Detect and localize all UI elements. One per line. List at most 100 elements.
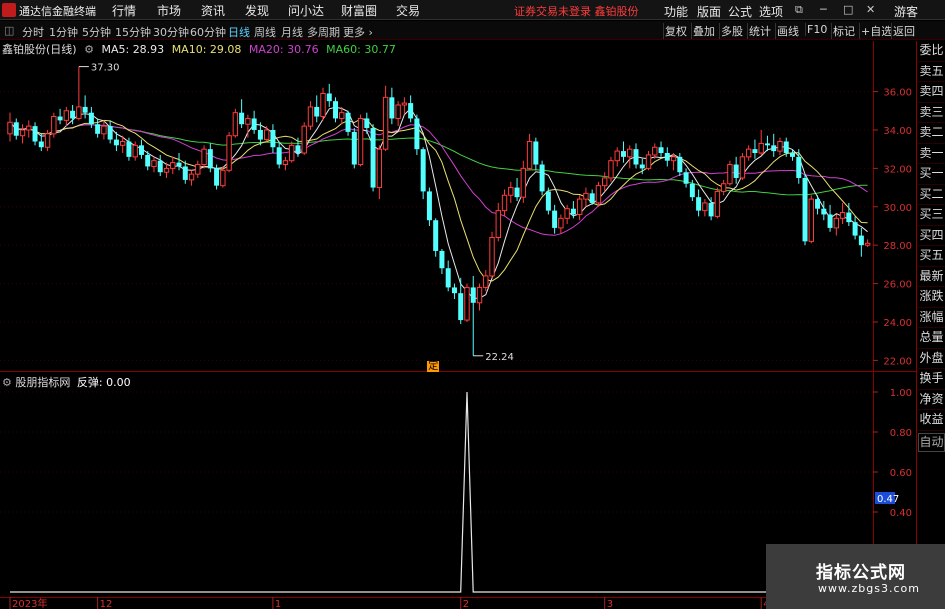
candle-body — [76, 106, 82, 119]
side-turnover[interactable]: 换手 — [918, 369, 945, 390]
indicator-settings-icon[interactable]: ⚙ — [2, 376, 12, 389]
candle-body — [408, 103, 414, 119]
candle-body — [677, 156, 683, 173]
candle-body — [458, 293, 464, 321]
candle-body — [226, 135, 232, 171]
high-label: 37.30 — [91, 63, 120, 74]
candle-body — [239, 112, 245, 125]
candle-body — [151, 160, 157, 167]
candle-body — [495, 210, 501, 239]
candle-body — [320, 92, 326, 118]
candle-body — [864, 242, 871, 246]
candle-body — [858, 235, 864, 246]
candle-body — [764, 143, 770, 146]
side-zhangdie[interactable]: 涨跌 — [918, 287, 945, 308]
side-buy4[interactable]: 买四 — [918, 226, 945, 246]
candle-body — [326, 93, 332, 102]
indicator-readout: 反弹: 0.00 — [76, 376, 131, 389]
candle-body — [451, 287, 457, 294]
candle-body — [113, 139, 119, 146]
candle-body — [589, 193, 595, 203]
side-jingzi[interactable]: 净资 — [918, 390, 945, 410]
candle-body — [82, 106, 88, 113]
candle-body — [489, 237, 495, 277]
side-sell3[interactable]: 卖三 — [918, 103, 945, 123]
indicator-tick-label: 1.00 — [890, 388, 912, 399]
candle-body — [7, 121, 13, 135]
side-auto-button[interactable]: 自动 — [918, 432, 945, 452]
candle-body — [595, 185, 602, 204]
candle-body — [170, 162, 176, 169]
candle-body — [433, 220, 439, 251]
side-buy1[interactable]: 买一 — [918, 164, 945, 185]
candle-body — [295, 145, 301, 154]
candle-body — [364, 118, 370, 129]
side-sell2[interactable]: 卖二 — [918, 123, 945, 144]
side-weibi[interactable]: 委比 — [918, 41, 945, 62]
candle-body — [783, 141, 789, 154]
candle-body — [370, 128, 376, 188]
candle-body — [802, 177, 808, 242]
candle-body — [464, 286, 470, 321]
side-buy2[interactable]: 买二 — [918, 185, 945, 205]
side-sell4[interactable]: 卖四 — [918, 82, 945, 103]
candle-body — [839, 212, 846, 219]
indicator-tick-label: 0.40 — [890, 508, 912, 519]
x-axis-label: 1 — [275, 599, 281, 609]
candle-body — [426, 191, 432, 221]
candle-body — [163, 167, 170, 173]
candle-body — [57, 116, 63, 121]
candle-body — [26, 125, 32, 131]
candle-body — [70, 110, 76, 119]
candle-body — [483, 275, 489, 288]
side-latest[interactable]: 最新 — [918, 267, 945, 287]
candle-body — [639, 164, 645, 169]
side-waipan[interactable]: 外盘 — [918, 349, 945, 369]
candle-body — [395, 104, 401, 119]
candle-body — [771, 145, 777, 152]
side-sell1[interactable]: 卖一 — [918, 144, 945, 164]
candle-body — [664, 153, 670, 161]
candle-body — [439, 250, 445, 269]
candle-body — [476, 286, 483, 304]
candle-body — [508, 187, 514, 196]
price-tick-label: 36.00 — [883, 88, 912, 99]
candle-body — [696, 197, 702, 211]
candle-body — [119, 140, 126, 146]
side-zhangfu[interactable]: 涨幅 — [918, 308, 945, 328]
x-axis-label: 2 — [463, 599, 469, 609]
candle-body — [314, 106, 320, 117]
stock-info-line: 鑫铂股份(日线) ⚙ MA5: 28.93 MA10: 29.08 MA20: … — [2, 41, 396, 57]
candle-body — [420, 149, 426, 192]
candle-body — [620, 151, 626, 157]
candle-body — [533, 141, 539, 165]
ma10-readout: MA10: 29.08 — [171, 43, 242, 56]
candle-body — [333, 101, 339, 119]
candle-body — [846, 212, 852, 223]
price-tick-label: 30.00 — [883, 203, 912, 214]
candle-body — [101, 125, 107, 135]
side-shouyi[interactable]: 收益 — [918, 410, 945, 431]
candle-body — [627, 148, 633, 158]
candle-body — [752, 149, 758, 154]
side-buy5[interactable]: 买五 — [918, 246, 945, 267]
candle-body — [445, 268, 451, 288]
side-volume[interactable]: 总量 — [918, 328, 945, 349]
side-sell5[interactable]: 卖五 — [918, 62, 945, 82]
ding-marker: 定 — [427, 361, 440, 372]
candle-body — [176, 162, 182, 167]
candle-body — [827, 214, 833, 228]
price-tick-label: 34.00 — [883, 126, 912, 137]
candle-body — [652, 146, 658, 156]
price-tick-label: 32.00 — [883, 164, 912, 175]
candle-body — [195, 164, 201, 175]
candle-body — [382, 96, 389, 150]
cursor-value-label: 0.47 — [877, 494, 899, 505]
candle-body — [608, 160, 614, 179]
side-buy3[interactable]: 买三 — [918, 205, 945, 226]
kline-chart[interactable]: 22.00 24.00 26.00 28.00 30.00 32.00 34.00 36.00… — [0, 0, 945, 609]
candle-body — [263, 129, 270, 141]
candle-body — [564, 208, 570, 219]
settings-icon[interactable]: ⚙ — [84, 43, 94, 56]
candle-body — [733, 164, 739, 178]
